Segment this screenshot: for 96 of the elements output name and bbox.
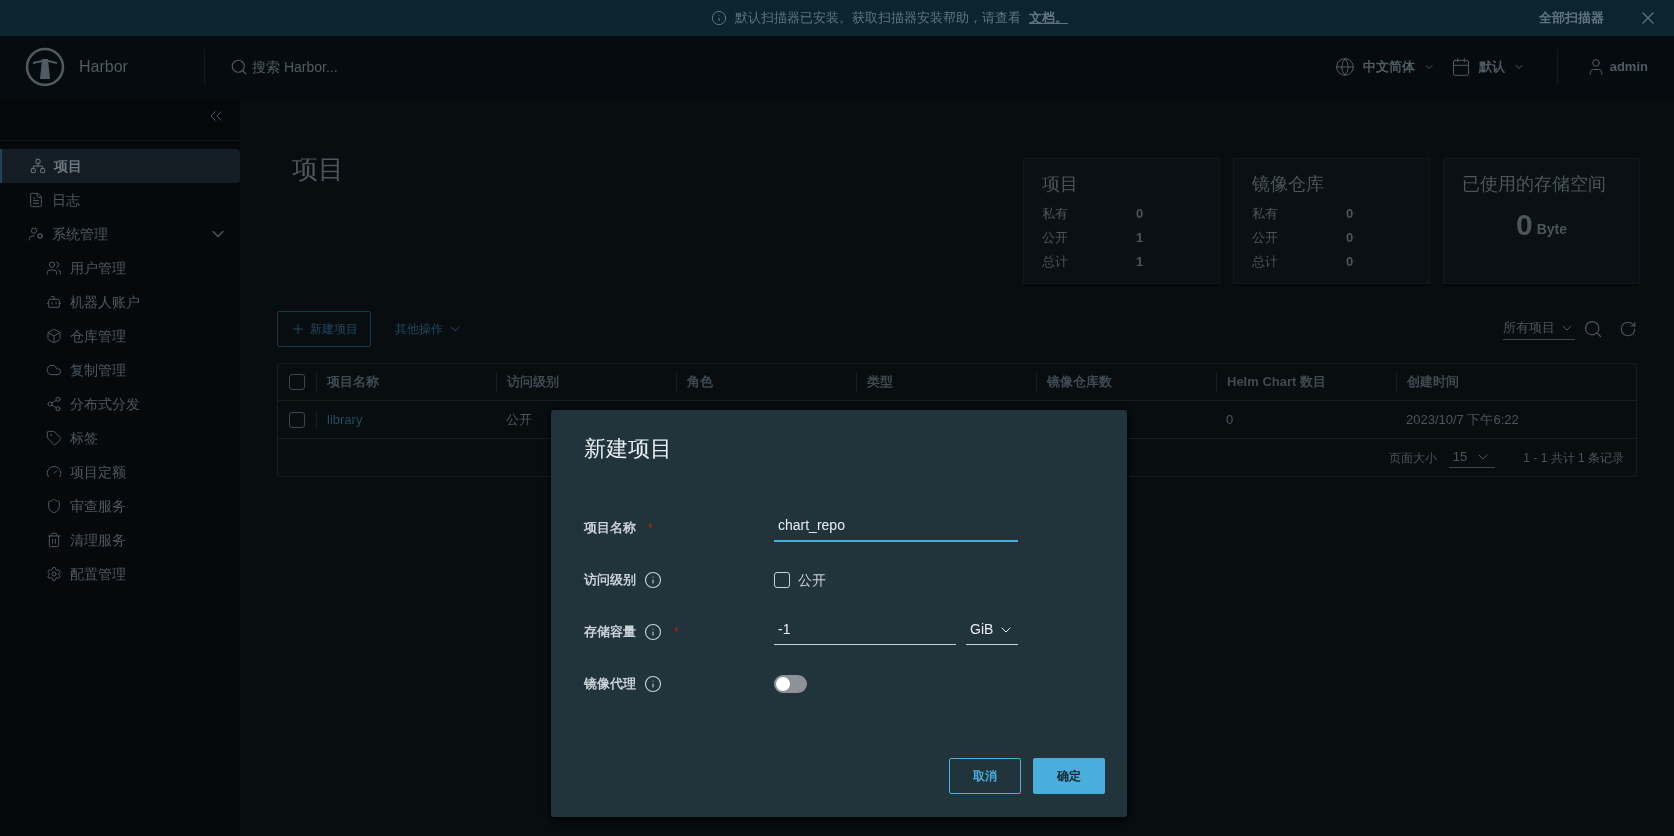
info-icon[interactable] bbox=[644, 623, 662, 641]
dialog-title: 新建项目 bbox=[584, 435, 673, 463]
stat-value: 0 bbox=[1346, 205, 1354, 224]
theme-dropdown[interactable]: 默认 bbox=[1442, 57, 1533, 77]
search-icon[interactable] bbox=[1583, 319, 1603, 339]
cancel-button[interactable]: 取消 bbox=[949, 758, 1021, 794]
globe-icon bbox=[1334, 57, 1355, 77]
robot-icon bbox=[46, 294, 62, 310]
share-icon bbox=[46, 396, 62, 412]
user-menu[interactable]: admin bbox=[1556, 49, 1674, 85]
calendar-icon bbox=[1450, 57, 1471, 77]
column-header[interactable]: Helm Chart 数目 bbox=[1216, 372, 1396, 392]
project-filter-select[interactable]: 所有项目 bbox=[1503, 317, 1575, 341]
refresh-icon[interactable] bbox=[1619, 320, 1637, 338]
unit-select[interactable]: GiB bbox=[966, 619, 1018, 645]
text-input[interactable]: chart_repo bbox=[774, 514, 1018, 542]
table-cell-text: 公开 bbox=[505, 410, 533, 429]
cloud-icon bbox=[46, 362, 62, 378]
lighthouse-logo-icon bbox=[25, 47, 65, 87]
field-label: 存储容量 bbox=[584, 623, 636, 642]
sidebar-item[interactable]: 分布式分发 bbox=[0, 387, 240, 421]
sidebar-item[interactable]: 机器人账户 bbox=[0, 285, 240, 319]
checkbox[interactable] bbox=[289, 374, 305, 390]
sidebar-item[interactable]: 项目 bbox=[0, 149, 240, 183]
card-title: 已使用的存储空间 bbox=[1462, 173, 1607, 196]
column-header[interactable]: 镜像仓库数 bbox=[1036, 372, 1216, 392]
user-gear-icon bbox=[28, 226, 44, 242]
sidebar-item[interactable]: 清理服务 bbox=[0, 523, 240, 557]
sidebar-item[interactable]: 配置管理 bbox=[0, 557, 240, 591]
sidebar-item[interactable]: 仓库管理 bbox=[0, 319, 240, 353]
stat-label: 私有 bbox=[1252, 205, 1279, 224]
field-label: 项目名称 bbox=[584, 519, 636, 538]
checkbox[interactable] bbox=[289, 411, 305, 428]
gauge-icon bbox=[46, 464, 62, 480]
confirm-button[interactable]: 确定 bbox=[1033, 758, 1105, 794]
stat-value: 0 bbox=[1346, 229, 1354, 248]
tag-icon bbox=[46, 430, 62, 446]
page-title: 项目 bbox=[292, 153, 344, 186]
network-icon bbox=[30, 158, 46, 174]
card-title: 镜像仓库 bbox=[1252, 173, 1325, 196]
stat-label: 公开 bbox=[1042, 229, 1069, 248]
banner-message: 默认扫描器已安装。获取扫描器安装帮助，请查看 bbox=[735, 9, 1021, 28]
sidebar-item[interactable]: 复制管理 bbox=[0, 353, 240, 387]
storage-unit: Byte bbox=[1536, 220, 1567, 239]
storage-value: 0 bbox=[1515, 210, 1533, 240]
stat-label: 总计 bbox=[1252, 253, 1279, 272]
stat-value: 1 bbox=[1136, 253, 1144, 272]
sidebar-item[interactable]: 系统管理 bbox=[0, 217, 240, 251]
users-icon bbox=[46, 260, 62, 276]
brand-name: Harbor bbox=[79, 57, 128, 77]
all-scanners-button[interactable]: 全部扫描器 bbox=[1539, 8, 1604, 28]
column-header[interactable]: 创建时间 bbox=[1396, 372, 1576, 392]
pagination-summary: 1 - 1 共计 1 条记录 bbox=[1523, 449, 1624, 467]
sidebar-item[interactable]: 审查服务 bbox=[0, 489, 240, 523]
toggle-switch[interactable] bbox=[774, 675, 807, 693]
stat-value: 0 bbox=[1346, 253, 1354, 272]
required-mark: * bbox=[674, 624, 679, 641]
column-header[interactable]: 项目名称 bbox=[316, 372, 496, 392]
card-title: 项目 bbox=[1042, 173, 1079, 196]
column-header[interactable]: 角色 bbox=[676, 372, 856, 392]
required-mark: * bbox=[648, 520, 653, 537]
stat-value: 0 bbox=[1136, 205, 1144, 224]
search-icon bbox=[230, 58, 248, 76]
sidebar-item[interactable]: 日志 bbox=[0, 183, 240, 217]
info-icon[interactable] bbox=[644, 675, 662, 693]
language-dropdown[interactable]: 中文简体 bbox=[1334, 57, 1443, 77]
field-label: 镜像代理 bbox=[584, 675, 636, 694]
new-project-button[interactable]: 新建项目 bbox=[277, 311, 371, 347]
stat-label: 总计 bbox=[1042, 253, 1069, 272]
sidebar-item[interactable]: 标签 bbox=[0, 421, 240, 455]
cube-icon bbox=[46, 328, 62, 344]
table-cell-text: 0 bbox=[1225, 410, 1235, 429]
settings-icon bbox=[46, 566, 62, 582]
stat-value: 1 bbox=[1136, 229, 1144, 248]
info-icon[interactable] bbox=[644, 571, 662, 589]
document-icon bbox=[28, 192, 44, 208]
trash-icon bbox=[46, 532, 62, 548]
quota-input[interactable]: -1 bbox=[774, 619, 956, 645]
page-size-label: 页面大小 bbox=[1388, 449, 1437, 467]
page-size-select[interactable]: 15 bbox=[1448, 447, 1496, 468]
stat-label: 私有 bbox=[1042, 205, 1069, 224]
docs-link[interactable]: 文档。 bbox=[1029, 8, 1068, 28]
table-cell-text: 2023/10/7 下午6:22 bbox=[1405, 410, 1520, 429]
info-icon bbox=[711, 10, 727, 26]
checkbox-label: 公开 bbox=[798, 570, 826, 590]
column-header[interactable]: 访问级别 bbox=[496, 372, 676, 392]
field-label: 访问级别 bbox=[584, 571, 636, 590]
search-field[interactable]: 搜索 Harbor... bbox=[252, 56, 452, 78]
plus-icon bbox=[290, 321, 306, 337]
shield-icon bbox=[46, 498, 62, 514]
other-actions-menu[interactable]: 其他操作 bbox=[395, 320, 463, 338]
column-header[interactable]: 类型 bbox=[856, 372, 1036, 392]
stat-label: 公开 bbox=[1252, 229, 1279, 248]
sidebar-item[interactable]: 项目定额 bbox=[0, 455, 240, 489]
sidebar-item[interactable]: 用户管理 bbox=[0, 251, 240, 285]
project-link[interactable]: library bbox=[316, 409, 496, 430]
